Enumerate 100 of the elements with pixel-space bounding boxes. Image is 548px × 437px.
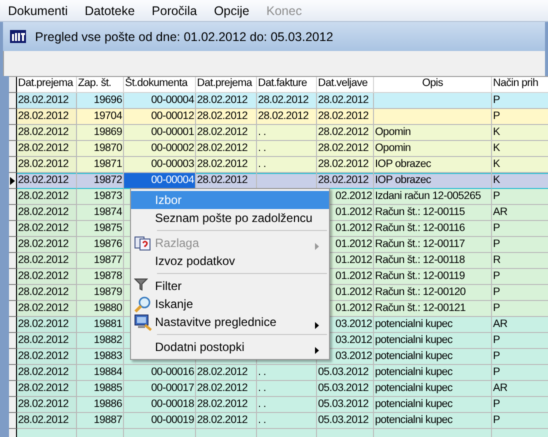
table-cell: 19873	[77, 189, 124, 205]
table-cell: 19887	[77, 413, 124, 429]
table-cell: . .	[257, 141, 317, 157]
column-header[interactable]: Dat.veljave	[317, 77, 374, 93]
table-cell: 00-00016	[124, 365, 196, 381]
table-cell: 28.02.2012	[317, 93, 374, 109]
column-header[interactable]: Način prih	[492, 77, 548, 93]
table-cell: 28.02.2012	[317, 109, 374, 125]
table-cell: 19876	[77, 237, 124, 253]
row-header[interactable]	[9, 237, 17, 253]
table-cell: P	[492, 397, 548, 413]
table-cell: 28.02.2012	[196, 93, 257, 109]
menu-item[interactable]: Dokumenti	[1, 2, 75, 20]
row-header[interactable]	[9, 269, 17, 285]
table-cell: 28.02.2012	[17, 317, 77, 333]
row-header[interactable]	[9, 253, 17, 269]
table-cell: 05.03.2012	[317, 365, 374, 381]
table-cell: 28.02.2012	[257, 109, 317, 125]
table-cell: . .	[257, 157, 317, 173]
table-cell: K	[492, 157, 548, 173]
row-header[interactable]	[9, 317, 17, 333]
settings-icon	[134, 314, 152, 331]
table-cell: 19882	[77, 333, 124, 349]
row-header[interactable]	[9, 413, 17, 429]
row-header[interactable]	[9, 173, 17, 189]
row-header[interactable]	[9, 93, 17, 109]
table-cell: 28.02.2012	[317, 125, 374, 141]
table-cell: 28.02.2012	[17, 349, 77, 365]
table-cell: Opomin	[374, 141, 492, 157]
row-header[interactable]	[9, 349, 17, 365]
table-cell: K	[492, 173, 548, 189]
table-cell: P	[492, 109, 548, 125]
row-header[interactable]	[9, 381, 17, 397]
table-cell: R	[492, 253, 548, 269]
table-cell: 28.02.2012	[17, 157, 77, 173]
filter-icon	[134, 278, 148, 291]
row-header[interactable]	[9, 125, 17, 141]
menu-item[interactable]: Opcije	[206, 2, 256, 20]
table-cell: 28.02.2012	[17, 285, 77, 301]
menu-item[interactable]: Datoteke	[78, 2, 142, 20]
table-cell: Izdani račun 12-005265	[374, 189, 492, 205]
table-cell: P	[492, 221, 548, 237]
column-header[interactable]: Opis	[374, 77, 492, 93]
table-cell: 28.02.2012	[17, 365, 77, 381]
row-header[interactable]	[9, 109, 17, 125]
table-cell: P	[492, 189, 548, 205]
table-cell: 28.02.2012	[317, 157, 374, 173]
row-header[interactable]	[9, 333, 17, 349]
row-header[interactable]	[9, 141, 17, 157]
table-cell: 28.02.2012	[17, 173, 77, 189]
row-pointer-icon	[10, 177, 15, 185]
table-cell: 28.02.2012	[17, 237, 77, 253]
table-cell: 28.02.2012	[196, 109, 257, 125]
table-cell: 05.03.2012	[317, 413, 374, 429]
table-cell: 05.03.2012	[317, 381, 374, 397]
table-cell: Račun št.: 12-00117	[374, 237, 492, 253]
table-cell: 00-00004	[124, 173, 196, 189]
table-cell: AR	[492, 205, 548, 221]
table-cell: potencialni kupec	[374, 381, 492, 397]
table-cell: 19696	[77, 93, 124, 109]
table-cell: Račun št.: 12-00118	[374, 253, 492, 269]
column-header[interactable]: Dat.fakture	[257, 77, 317, 93]
row-header[interactable]	[9, 189, 17, 205]
row-header[interactable]	[9, 365, 17, 381]
row-header[interactable]	[9, 397, 17, 413]
table-cell: Opomin	[374, 125, 492, 141]
row-header[interactable]	[9, 205, 17, 221]
table-cell: potencialni kupec	[374, 397, 492, 413]
table-cell: 19870	[77, 141, 124, 157]
help-icon	[134, 235, 151, 251]
table-cell: potencialni kupec	[374, 333, 492, 349]
table-cell: AR	[492, 317, 548, 333]
table-cell: 28.02.2012	[17, 333, 77, 349]
row-header[interactable]	[9, 285, 17, 301]
table-cell: P	[492, 349, 548, 365]
row-header[interactable]	[9, 301, 17, 317]
table-cell: 28.02.2012	[317, 173, 374, 189]
table-cell: 00-00017	[124, 381, 196, 397]
table-cell: 28.02.2012	[196, 413, 257, 429]
table-cell: 28.02.2012	[17, 269, 77, 285]
table-cell: 28.02.2012	[17, 253, 77, 269]
table-cell: 19880	[77, 301, 124, 317]
table-cell: 19875	[77, 221, 124, 237]
table-cell: Račun št.: 12-00115	[374, 205, 492, 221]
table-cell: 19874	[77, 205, 124, 221]
table-cell: 28.02.2012	[17, 397, 77, 413]
column-header[interactable]: Zap. št.	[77, 77, 124, 93]
table-cell: 19872	[77, 173, 124, 189]
table-cell: 19886	[77, 397, 124, 413]
table-cell: 19885	[77, 381, 124, 397]
menu-item[interactable]: Poročila	[144, 2, 204, 20]
table-cell: 28.02.2012	[17, 93, 77, 109]
table-cell: 28.02.2012	[196, 141, 257, 157]
column-header[interactable]: Dat.prejema	[196, 77, 257, 93]
column-header[interactable]: Dat.prejema	[17, 77, 77, 93]
table-cell: . .	[257, 125, 317, 141]
table-cell: . .	[257, 397, 317, 413]
row-header[interactable]	[9, 221, 17, 237]
table-cell: K	[492, 125, 548, 141]
row-header[interactable]	[9, 157, 17, 173]
